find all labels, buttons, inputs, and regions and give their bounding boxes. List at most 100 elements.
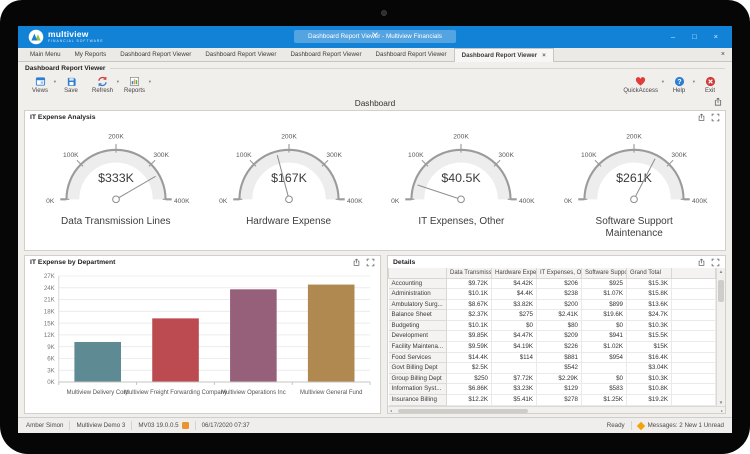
table-row[interactable]: Administration $10.1K $4.4K $238 $1.07K $15.8… <box>388 288 716 300</box>
table-row[interactable]: Food Services $14.4K $114 $881 $954 $16.4K <box>388 352 716 364</box>
cell-value: $3.23K <box>491 383 537 396</box>
cell-value: $4.42K <box>491 278 537 290</box>
tab-close-icon[interactable]: × <box>542 52 546 59</box>
close-button[interactable]: × <box>714 33 718 41</box>
share-icon <box>714 97 722 106</box>
horizontal-scroll-thumb[interactable] <box>398 408 528 413</box>
svg-text:$333K: $333K <box>98 171 135 185</box>
status-messages[interactable]: Messages: 2 New 1 Unread <box>636 421 724 430</box>
column-header[interactable]: Hardware Expense <box>491 268 537 279</box>
cell-filler <box>671 341 716 353</box>
save-button[interactable]: Save <box>61 76 81 94</box>
tab-dashboard-report-viewer-5[interactable]: Dashboard Report Viewer <box>369 48 454 61</box>
tab-dashboard-report-viewer-6[interactable]: Dashboard Report Viewer × <box>453 48 554 62</box>
cell-value: $200 <box>536 299 582 311</box>
svg-text:6K: 6K <box>47 356 55 363</box>
gauge-software-support-maintenance: 0K 100K 200K 300K 400K $261K Software Suppor… <box>548 125 720 239</box>
column-header[interactable]: Grand Total <box>626 268 672 279</box>
page-title: Dashboard <box>354 97 396 108</box>
status-left: Amber Simon Multiview Demo 3 MV03 19.0.0… <box>26 421 250 430</box>
scroll-up-icon[interactable]: ▲ <box>719 269 723 274</box>
svg-text:100K: 100K <box>408 152 424 159</box>
tabstrip-close-icon[interactable]: × <box>721 51 725 58</box>
table-row[interactable]: Balance Sheet $2.37K $275 $2.41K $19.6K $24.7… <box>388 309 716 321</box>
maximize-button[interactable]: □ <box>692 33 697 41</box>
gauges-share-button[interactable] <box>697 113 706 122</box>
cell-value: $4.47K <box>491 330 537 343</box>
dropdown-caret-icon[interactable]: ▾ <box>662 79 664 85</box>
cell-value: $881 <box>536 352 582 364</box>
cell-value: $278 <box>536 394 582 406</box>
dropdown-caret-icon[interactable]: ▾ <box>54 79 56 85</box>
horizontal-scrollbar[interactable]: ◂ ▸ <box>388 406 725 413</box>
table-row[interactable]: Information Syst... $6.86K $3.23K $129 $583 $… <box>388 383 716 396</box>
help-button[interactable]: ? ▾ Help <box>669 76 695 94</box>
table-row[interactable]: Budgeting $10.1K $0 $80 $0 $10.3K <box>388 320 716 332</box>
tab-dashboard-report-viewer-4[interactable]: Dashboard Report Viewer <box>283 48 368 61</box>
table-row[interactable]: Group Billing Dept $250 $7.72K $2.29K $0 $10.… <box>388 373 716 385</box>
table-row[interactable]: Insurance Billing $12.2K $5.41K $278 $1.25K $… <box>388 394 716 406</box>
tab-dashboard-report-viewer-2[interactable]: Dashboard Report Viewer <box>113 48 198 61</box>
dropdown-caret-icon[interactable]: ▾ <box>693 79 695 85</box>
group-box-header: Dashboard Report Viewer <box>24 64 726 73</box>
scroll-left-icon[interactable]: ◂ <box>390 408 392 413</box>
tab-my-reports-1[interactable]: My Reports <box>68 48 114 61</box>
gauge-it-expenses-other: 0K 100K 200K 300K 400K $40.5K IT Expenses, O… <box>375 125 547 228</box>
chart-share-button[interactable] <box>352 258 361 267</box>
svg-text:18K: 18K <box>44 309 56 316</box>
bar <box>152 318 199 383</box>
exit-button[interactable]: Exit <box>700 76 720 94</box>
table-row[interactable]: Ambulatory Surg... $8.67K $3.82K $200 $899 $1… <box>388 299 716 311</box>
dashboard-share-button[interactable] <box>713 97 723 107</box>
views-icon <box>35 76 46 87</box>
status-separator <box>194 421 196 430</box>
details-expand-button[interactable] <box>711 258 720 267</box>
vertical-scrollbar[interactable]: ▲ ▼ <box>716 268 725 406</box>
gauges-expand-button[interactable] <box>711 113 720 122</box>
dropdown-caret-icon[interactable]: ▾ <box>117 79 119 85</box>
cell-value: $250 <box>446 373 492 385</box>
cell-value: $1.02K <box>581 341 627 353</box>
tab-label: My Reports <box>74 51 107 58</box>
row-label: Balance Sheet <box>388 309 447 321</box>
exit-icon <box>705 76 716 87</box>
views-button[interactable]: ▾ Views <box>30 76 56 94</box>
svg-text:0K: 0K <box>219 198 228 205</box>
window-title[interactable]: Dashboard Report Viewer - Multiview Fina… <box>294 29 456 43</box>
details-share-button[interactable] <box>697 258 706 267</box>
cell-value: $238 <box>536 288 582 300</box>
svg-text:200K: 200K <box>281 133 297 140</box>
messages-icon <box>636 421 645 430</box>
app-window: multiview FINANCIAL SOFTWARE Dashboard R… <box>18 26 732 433</box>
refresh-button[interactable]: ▾ Refresh <box>92 76 119 94</box>
details-panel-header: Details <box>388 256 725 268</box>
quickaccess-button[interactable]: ▾ QuickAccess <box>623 76 664 94</box>
table-row[interactable]: Facility Maintena... $9.59K $4.19K $226 $1.0… <box>388 341 716 353</box>
cell-filler <box>671 394 716 406</box>
vertical-scroll-thumb[interactable] <box>717 280 724 302</box>
cell-filler <box>671 373 716 385</box>
status-separator <box>630 421 632 430</box>
table-row[interactable]: Development $9.85K $4.47K $209 $941 $15.5K <box>388 330 716 343</box>
reports-button[interactable]: ▾ Reports <box>124 76 151 94</box>
column-header[interactable]: IT Expenses, Ot... <box>536 268 582 279</box>
dropdown-caret-icon[interactable]: ▾ <box>149 79 151 85</box>
svg-text:200K: 200K <box>626 133 642 140</box>
cell-value: $16.4K <box>626 352 672 364</box>
minimize-button[interactable]: – <box>671 33 675 41</box>
row-label: Information Syst... <box>388 383 447 396</box>
tab-main-menu-0[interactable]: Main Menu <box>23 48 68 61</box>
column-header[interactable] <box>388 268 447 279</box>
scroll-down-icon[interactable]: ▼ <box>719 400 723 405</box>
table-row[interactable]: Accounting $9.72K $4.42K $206 $925 $15.3K <box>388 278 716 290</box>
status-user: Amber Simon <box>26 422 64 429</box>
scroll-right-icon[interactable]: ▸ <box>721 408 723 413</box>
cell-filler <box>671 278 716 290</box>
gauge-dial: 0K 100K 200K 300K 400K $333K <box>46 133 190 205</box>
tab-dashboard-report-viewer-3[interactable]: Dashboard Report Viewer <box>198 48 283 61</box>
chart-expand-button[interactable] <box>366 258 375 267</box>
column-header[interactable]: Data Transmissio... <box>446 268 492 279</box>
column-header[interactable]: Software Suppor... <box>581 268 627 279</box>
status-datetime: 06/17/2020 07:37 <box>201 422 250 429</box>
table-row[interactable]: Govt Billing Dept $2.5K $542 $3.04K <box>388 362 716 374</box>
